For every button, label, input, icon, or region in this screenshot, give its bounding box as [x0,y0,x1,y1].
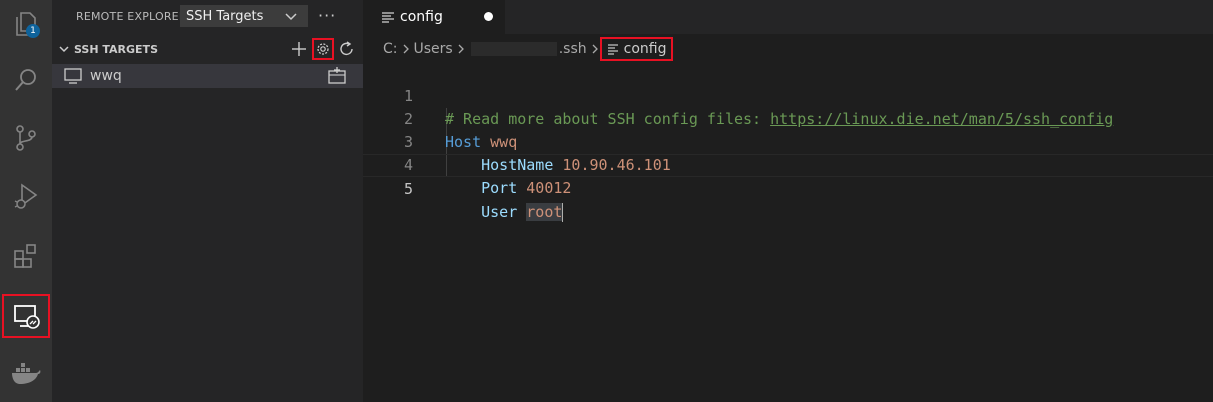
chevron-down-icon [285,13,297,21]
extensions-button[interactable] [0,232,52,280]
breadcrumb-file[interactable]: config [599,37,674,61]
search-icon [15,69,36,91]
new-window-icon [328,67,346,84]
chevron-right-icon [402,43,410,55]
code-editor[interactable]: 1 # Read more about SSH config files: ht… [363,62,1213,402]
search-button[interactable] [0,56,52,104]
breadcrumb-file-label: config [623,41,667,57]
sidebar-title: REMOTE EXPLORER [76,9,180,23]
chevron-down-icon [58,43,72,55]
remote-explorer-button[interactable] [0,292,52,340]
sidebar: REMOTE EXPLORER SSH Targets ··· SSH TARG… [52,0,363,402]
source-control-icon [16,125,36,151]
ssh-target-item[interactable]: wwq [52,64,363,88]
configure-button[interactable] [312,38,334,60]
text-cursor [562,203,564,222]
key-token: Port [481,179,518,197]
view-select-dropdown[interactable]: SSH Targets [180,5,308,27]
breadcrumb-redacted-username [470,42,557,56]
ssh-targets-section-header[interactable]: SSH TARGETS [52,38,363,60]
unsaved-dot-icon[interactable] [484,12,493,21]
more-actions-button[interactable]: ··· [318,8,336,24]
code-line[interactable]: 4 Port 40012 [363,131,1213,197]
file-lines-icon [607,44,618,55]
refresh-button[interactable] [337,39,357,59]
file-lines-icon [381,10,395,24]
connect-new-window-button[interactable] [327,67,347,89]
chevron-right-icon [457,43,465,55]
extensions-icon [14,244,36,268]
run-debug-icon [14,183,38,209]
docker-button[interactable] [0,350,52,398]
refresh-icon [340,41,353,56]
line-number: 5 [403,180,413,198]
tab-bar: config [363,0,1213,34]
monitor-icon [64,68,82,84]
key-token: User [481,203,518,221]
run-debug-button[interactable] [0,172,52,220]
breadcrumb-ssh[interactable]: .ssh [559,41,587,57]
ssh-target-label: wwq [90,68,122,84]
value-token: root [526,203,563,221]
section-title: SSH TARGETS [74,42,158,56]
value-token: 40012 [526,179,572,197]
tab-config[interactable]: config [363,0,505,34]
section-actions [289,38,357,60]
breadcrumb-users[interactable]: Users [414,41,453,57]
plus-icon [292,42,306,56]
add-target-button[interactable] [289,39,309,59]
breadcrumb-drive[interactable]: C: [383,41,398,57]
explorer-badge: 1 [26,24,40,38]
line-content: User root [445,201,564,224]
code-line[interactable]: 2 Host wwq [363,85,1213,151]
chevron-right-icon [591,43,599,55]
tab-label: config [400,9,443,25]
gear-icon [317,43,329,55]
code-line[interactable]: 3 HostName 10.90.46.101 [363,108,1213,174]
source-control-button[interactable] [0,114,52,162]
docker-icon [12,363,41,384]
explorer-button[interactable]: 1 [0,0,52,48]
view-select-value: SSH Targets [186,8,264,24]
current-code-line[interactable]: 5 User root [363,154,1213,222]
sidebar-header: REMOTE EXPLORER SSH Targets ··· [52,0,363,32]
line-content: Port 40012 [445,177,571,200]
code-line[interactable]: 1 # Read more about SSH config files: ht… [363,62,1213,128]
remote-explorer-icon [14,305,40,329]
breadcrumb: C: Users .ssh config [363,36,674,62]
activity-bar: 1 [0,0,52,402]
